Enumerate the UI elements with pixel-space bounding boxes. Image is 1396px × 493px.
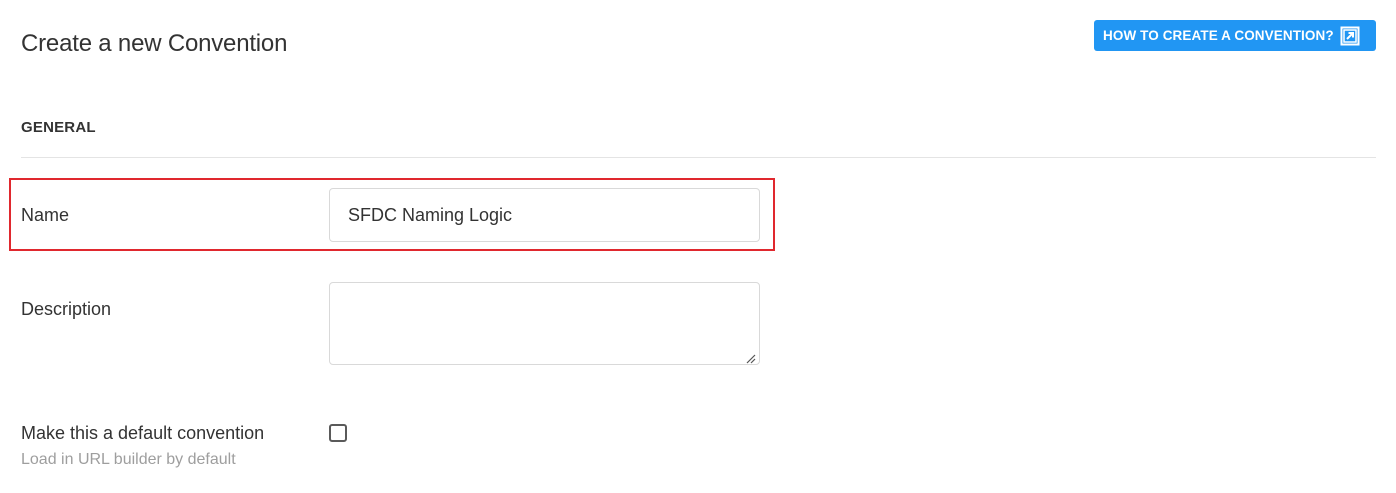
page-title: Create a new Convention	[21, 30, 288, 57]
resize-handle-icon[interactable]	[745, 351, 756, 364]
default-convention-hint: Load in URL builder by default	[21, 451, 236, 468]
how-to-create-convention-button[interactable]: HOW TO CREATE A CONVENTION?	[1094, 20, 1376, 51]
default-convention-checkbox[interactable]	[329, 424, 347, 442]
description-textarea[interactable]	[329, 282, 760, 365]
create-convention-page: Create a new Convention HOW TO CREATE A …	[0, 0, 1396, 493]
section-heading-general: GENERAL	[21, 119, 96, 136]
external-link-icon	[1340, 26, 1360, 46]
name-label: Name	[21, 205, 70, 225]
default-convention-label: Make this a default convention	[21, 423, 265, 443]
help-button-label: HOW TO CREATE A CONVENTION?	[1103, 28, 1334, 43]
section-divider	[21, 157, 1376, 158]
name-input[interactable]	[329, 188, 760, 242]
description-label: Description	[21, 299, 112, 319]
